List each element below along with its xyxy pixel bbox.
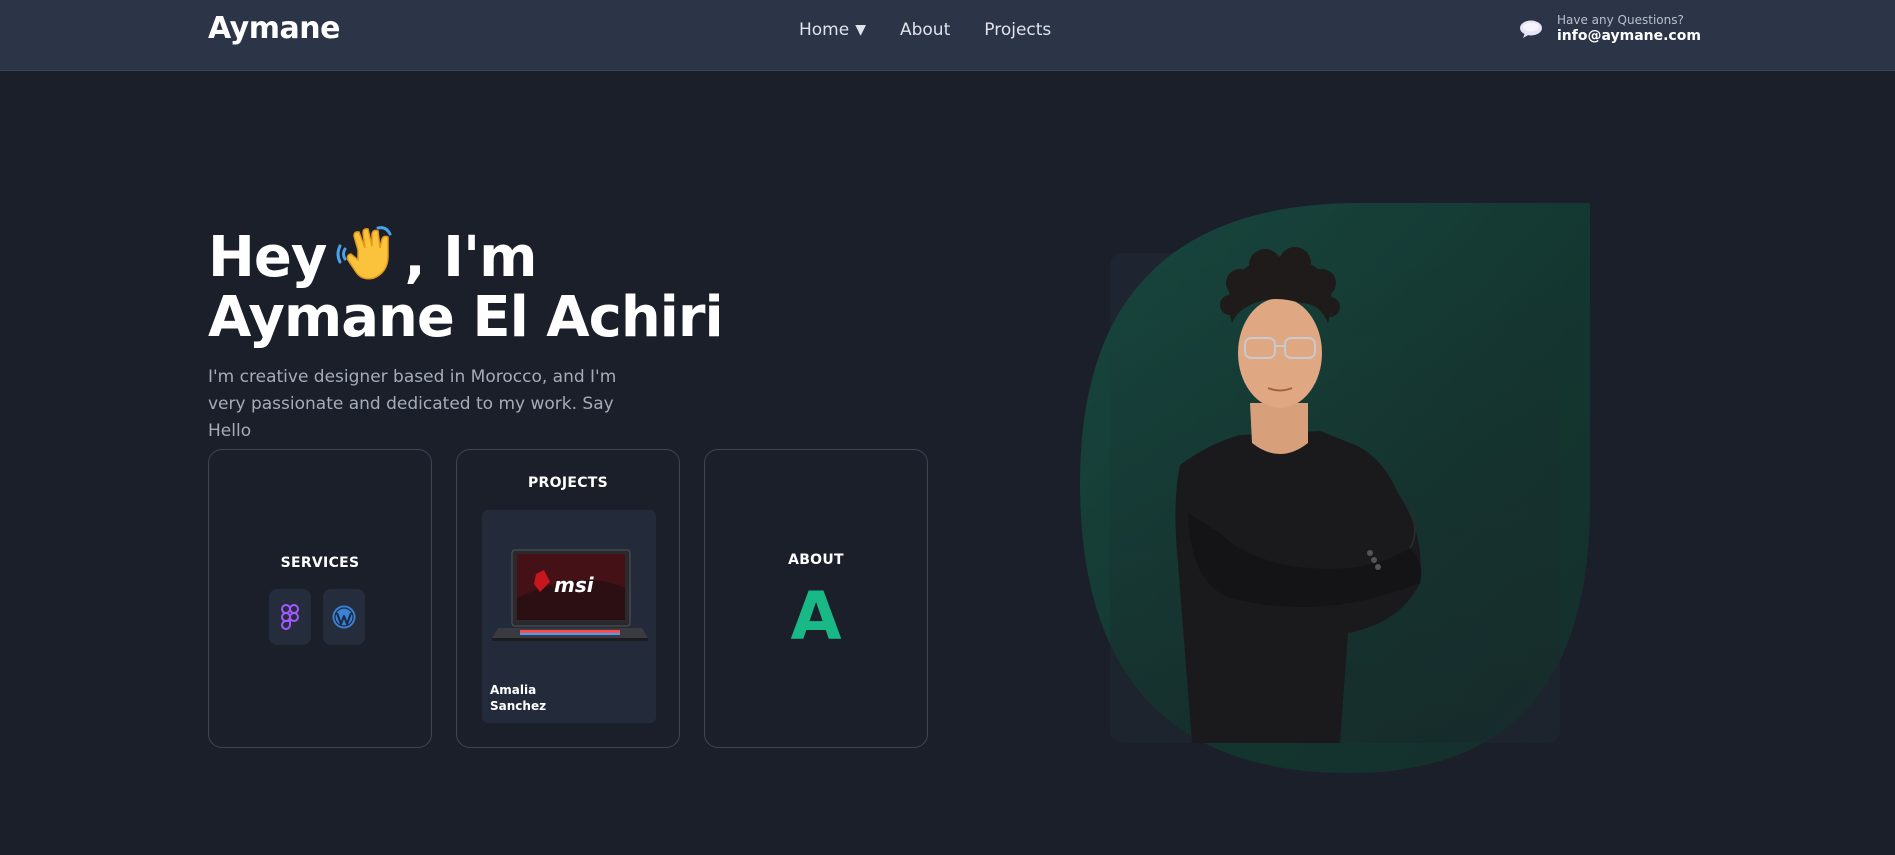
nav-about-label: About — [899, 20, 951, 40]
contact-text: Have any Questions? info@aymane.com — [1557, 13, 1701, 46]
projects-card-title: PROJECTS — [527, 475, 609, 491]
msi-laptop-image: msi — [492, 549, 648, 641]
nav-home[interactable]: Home ▼ — [799, 20, 866, 40]
projects-card[interactable]: PROJECTS msi Amalia Sanchez — [456, 449, 680, 748]
about-letter-logo: A — [790, 578, 842, 655]
hero-title-name: Aymane El Achiri — [208, 285, 724, 350]
hero-description: I'm creative designer based in Morocco, … — [208, 367, 617, 441]
hero-title: Hey , I'm Aymane El Achiri — [208, 224, 724, 350]
site-header: Aymane Home ▼ About Projects Have any Qu… — [0, 0, 1895, 71]
main-nav: Home ▼ About Projects — [799, 20, 1051, 40]
wordpress-icon — [323, 589, 365, 645]
site-logo[interactable]: Aymane — [208, 11, 340, 46]
service-tool-icons — [269, 589, 365, 645]
contact-question: Have any Questions? — [1557, 13, 1684, 27]
caret-down-icon: ▼ — [855, 22, 866, 38]
portrait-photo — [1080, 203, 1590, 773]
nav-projects-label: Projects — [984, 20, 1052, 40]
hero-title-im: , I'm — [404, 225, 537, 290]
svg-text:msi: msi — [554, 573, 595, 597]
header-contact: Have any Questions? info@aymane.com — [1519, 13, 1701, 46]
about-card[interactable]: ABOUT A — [704, 449, 928, 748]
services-card[interactable]: SERVICES — [208, 449, 432, 748]
about-card-title: ABOUT — [788, 552, 844, 568]
project-name: Amalia Sanchez — [490, 683, 547, 713]
contact-email-link[interactable]: info@aymane.com — [1557, 28, 1701, 46]
nav-about[interactable]: About — [900, 20, 950, 40]
nav-projects[interactable]: Projects — [984, 20, 1051, 40]
chat-bubble-icon — [1520, 20, 1542, 39]
hero-title-hey: Hey — [208, 225, 327, 290]
nav-home-label: Home — [799, 20, 850, 40]
services-card-title: SERVICES — [280, 555, 360, 571]
figma-icon — [269, 589, 311, 645]
waving-hand-icon — [336, 226, 392, 280]
project-thumbnail[interactable]: msi Amalia Sanchez — [482, 510, 656, 723]
